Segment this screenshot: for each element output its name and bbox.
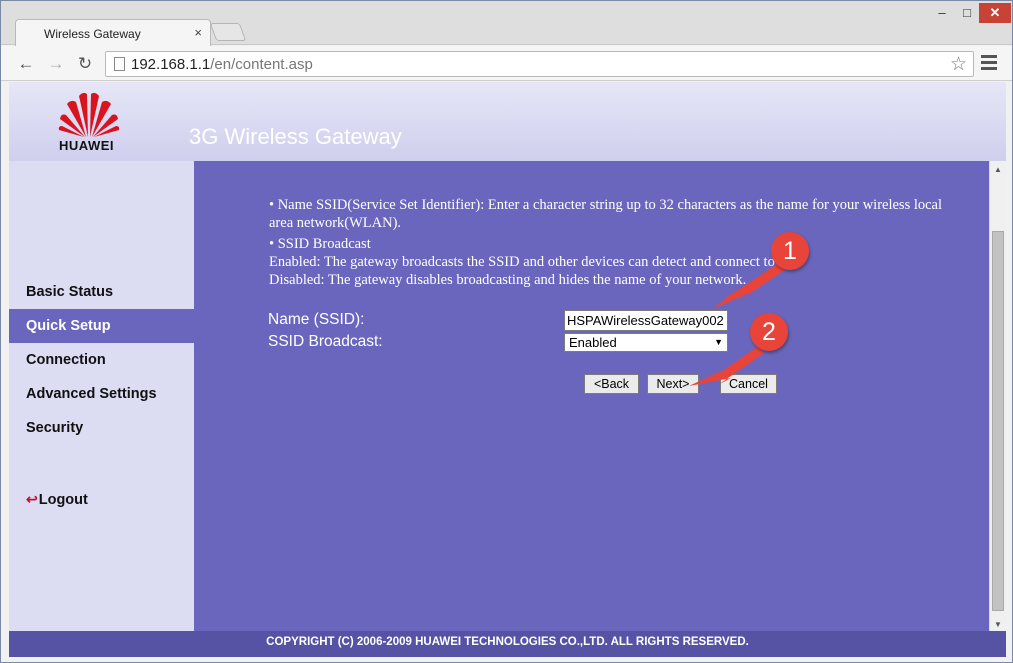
scroll-up-icon[interactable]: ▲ (994, 165, 1002, 174)
ssid-broadcast-label: SSID Broadcast: (268, 333, 383, 350)
chevron-down-icon: ▼ (714, 337, 723, 347)
page-viewport: HUAWEI 3G Wireless Gateway Basic Status … (9, 82, 1006, 657)
ssid-broadcast-value: Enabled (569, 335, 617, 350)
sidebar-item-advanced-settings[interactable]: Advanced Settings (9, 377, 194, 411)
sidebar-item-quick-setup[interactable]: Quick Setup (9, 309, 194, 343)
new-tab-button[interactable] (209, 23, 247, 41)
sidebar-item-basic-status[interactable]: Basic Status (9, 275, 194, 309)
scrollbar-thumb[interactable] (992, 231, 1004, 611)
callout-badge-1: 1 (771, 232, 809, 270)
forward-arrow-icon[interactable]: → (45, 53, 67, 75)
help-ssid-text: • Name SSID(Service Set Identifier): Ent… (269, 197, 943, 231)
maximize-button[interactable]: □ (955, 3, 979, 23)
ssid-input[interactable] (564, 310, 728, 331)
sidebar-item-connection[interactable]: Connection (9, 343, 194, 377)
sidebar-item-security[interactable]: Security (9, 411, 194, 445)
help-disabled-text: Disabled: The gateway disables broadcast… (269, 272, 747, 288)
page-icon (114, 57, 125, 71)
content-panel: • Name SSID(Service Set Identifier): Ent… (194, 161, 989, 631)
tab-close-icon[interactable]: × (194, 25, 202, 40)
logout-link[interactable]: ↩Logout (26, 491, 88, 508)
next-button[interactable]: Next> (647, 374, 699, 394)
help-broadcast-title: • SSID Broadcast (269, 236, 371, 252)
browser-tab[interactable]: Wireless Gateway × (15, 19, 211, 46)
tab-strip: Wireless Gateway × – □ ✕ (1, 1, 1012, 46)
tab-title: Wireless Gateway (44, 27, 141, 41)
scroll-down-icon[interactable]: ▼ (994, 620, 1002, 629)
sidebar: Basic Status Quick Setup Connection Adva… (9, 161, 194, 631)
url-text: 192.168.1.1/en/content.asp (131, 56, 313, 73)
cancel-button[interactable]: Cancel (720, 374, 777, 394)
bookmark-star-icon[interactable]: ☆ (950, 53, 967, 76)
page-header: HUAWEI 3G Wireless Gateway (9, 82, 1006, 161)
vertical-scrollbar[interactable]: ▲ ▼ (989, 161, 1006, 631)
footer: COPYRIGHT (C) 2006-2009 HUAWEI TECHNOLOG… (9, 631, 1006, 657)
product-title: 3G Wireless Gateway (189, 124, 402, 149)
address-bar[interactable]: 192.168.1.1/en/content.asp ☆ (105, 51, 974, 77)
logout-label: Logout (38, 492, 88, 508)
huawei-logo-icon (58, 92, 120, 137)
browser-toolbar: ← → ↻ 192.168.1.1/en/content.asp ☆ (1, 46, 1012, 81)
logo-text: HUAWEI (59, 138, 114, 153)
browser-window: Wireless Gateway × – □ ✕ ← → ↻ 192.168.1… (0, 0, 1013, 663)
minimize-button[interactable]: – (929, 3, 955, 23)
callout-badge-2: 2 (750, 313, 788, 351)
ssid-broadcast-select[interactable]: Enabled ▼ (564, 333, 728, 352)
ssid-label: Name (SSID): (268, 311, 365, 328)
back-arrow-icon[interactable]: ← (15, 53, 37, 75)
reload-icon[interactable]: ↻ (74, 53, 96, 75)
logout-arrow-icon: ↩ (26, 491, 38, 507)
menu-icon[interactable] (981, 55, 997, 71)
close-window-button[interactable]: ✕ (979, 3, 1011, 23)
help-enabled-text: Enabled: The gateway broadcasts the SSID… (269, 254, 791, 270)
back-button[interactable]: <Back (584, 374, 639, 394)
